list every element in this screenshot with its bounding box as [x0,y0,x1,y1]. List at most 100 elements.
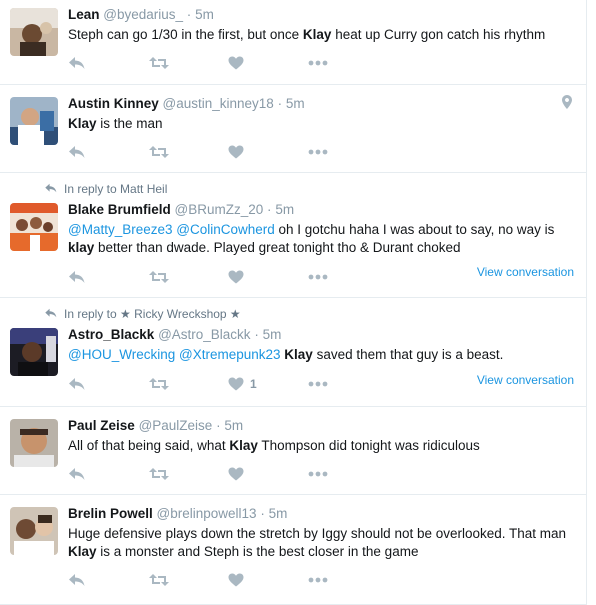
keyword-highlight: Klay [302,27,332,42]
like-button[interactable] [228,143,308,161]
reply-button[interactable] [68,268,148,286]
tweet[interactable]: In reply to ★ Ricky Wreckshop ★ Astro_Bl… [0,298,586,407]
author-name[interactable]: Blake Brumfield [68,202,171,217]
reply-context-icon [44,307,58,321]
tweet-text: Steph can go 1/30 in the first, but once… [68,26,576,44]
author-handle[interactable]: @Astro_Blackk [158,327,250,342]
retweet-button[interactable] [148,571,228,589]
view-conversation-link[interactable]: View conversation [477,265,574,279]
mention-link[interactable]: @HOU_Wrecking [68,347,175,362]
tweet-actions [68,465,388,483]
heart-icon [228,467,244,481]
text-run: better than dwade. Played great tonight … [94,240,461,255]
reply-button[interactable] [68,465,148,483]
reply-button[interactable] [68,143,148,161]
tweet-text: @Matty_Breeze3 @ColinCowherd oh I gotchu… [68,221,576,257]
avatar[interactable] [10,419,58,467]
tweet[interactable]: Paul Zeise @PaulZeise · 5m All of that b… [0,407,586,495]
more-button[interactable] [308,375,388,393]
timestamp[interactable]: 5m [224,418,243,433]
like-button[interactable] [228,465,308,483]
more-button[interactable] [308,465,388,483]
reply-button[interactable] [68,571,148,589]
keyword-highlight: Klay [68,544,97,559]
heart-icon [228,377,244,391]
heart-icon [228,270,244,284]
retweet-icon [148,145,170,159]
tweet[interactable]: Austin Kinney @austin_kinney18 · 5m Klay… [0,85,586,173]
avatar[interactable] [10,97,58,145]
more-icon [308,471,328,477]
mention-link[interactable]: @Matty_Breeze3 [68,222,173,237]
reply-context-icon [44,182,58,196]
view-conversation-link[interactable]: View conversation [477,373,574,387]
retweet-icon [148,573,170,587]
timestamp[interactable]: 5m [195,7,214,22]
retweet-button[interactable] [148,375,228,393]
separator: · [260,506,265,521]
like-button[interactable] [228,268,308,286]
text-run: All of that being said, what [68,438,230,453]
retweet-button[interactable] [148,143,228,161]
reply-button[interactable] [68,375,148,393]
more-button[interactable] [308,571,388,589]
timestamp[interactable]: 5m [286,96,305,111]
tweet[interactable]: Lean @byedarius_ · 5m Steph can go 1/30 … [0,0,586,85]
reply-icon [68,270,86,284]
like-count: 1 [250,377,257,391]
more-button[interactable] [308,143,388,161]
heart-icon [228,56,244,70]
reply-context[interactable]: In reply to Matt Heil [44,182,167,196]
mention-link[interactable]: @ColinCowherd [176,222,275,237]
avatar[interactable] [10,328,58,376]
keyword-highlight: Klay [68,116,97,131]
reply-icon [68,467,86,481]
tweet[interactable]: Brelin Powell @brelinpowell13 · 5m Huge … [0,495,586,605]
more-icon [308,149,328,155]
more-icon [308,274,328,280]
text-run: Steph can go 1/30 in the first, but once [68,27,303,42]
reply-context[interactable]: In reply to ★ Ricky Wreckshop ★ [44,307,241,321]
text-run: Thompson did tonight was ridiculous [257,438,480,453]
reply-icon [68,56,86,70]
author-handle[interactable]: @BRumZz_20 [175,202,264,217]
author-name[interactable]: Brelin Powell [68,506,153,521]
tweet-header: Austin Kinney @austin_kinney18 · 5m [68,95,576,113]
author-name[interactable]: Austin Kinney [68,96,159,111]
tweet-actions [68,571,388,589]
author-handle[interactable]: @byedarius_ [103,7,183,22]
author-name[interactable]: Astro_Blackk [68,327,154,342]
tweet-text: Klay is the man [68,115,576,133]
author-handle[interactable]: @austin_kinney18 [163,96,274,111]
timestamp[interactable]: 5m [269,506,288,521]
author-name[interactable]: Lean [68,7,100,22]
retweet-button[interactable] [148,268,228,286]
more-icon [308,381,328,387]
text-run: heat up Curry gon catch his rhythm [331,27,546,42]
reply-icon [68,573,86,587]
reply-button[interactable] [68,54,148,72]
timestamp[interactable]: 5m [275,202,294,217]
retweet-button[interactable] [148,465,228,483]
retweet-button[interactable] [148,54,228,72]
separator: · [186,7,192,22]
author-handle[interactable]: @PaulZeise [139,418,213,433]
author-name[interactable]: Paul Zeise [68,418,135,433]
author-handle[interactable]: @brelinpowell13 [157,506,257,521]
retweet-icon [148,377,170,391]
avatar[interactable] [10,507,58,555]
reply-icon [68,377,86,391]
tweet[interactable]: In reply to Matt Heil Blake Brumfield @B… [0,173,586,298]
retweet-icon [148,467,170,481]
like-button[interactable]: 1 [228,375,308,393]
more-button[interactable] [308,268,388,286]
mention-link[interactable]: @Xtremepunk23 [179,347,281,362]
avatar[interactable] [10,203,58,251]
heart-icon [228,145,244,159]
like-button[interactable] [228,571,308,589]
avatar[interactable] [10,8,58,56]
like-button[interactable] [228,54,308,72]
more-button[interactable] [308,54,388,72]
timestamp[interactable]: 5m [263,327,282,342]
more-icon [308,60,328,66]
